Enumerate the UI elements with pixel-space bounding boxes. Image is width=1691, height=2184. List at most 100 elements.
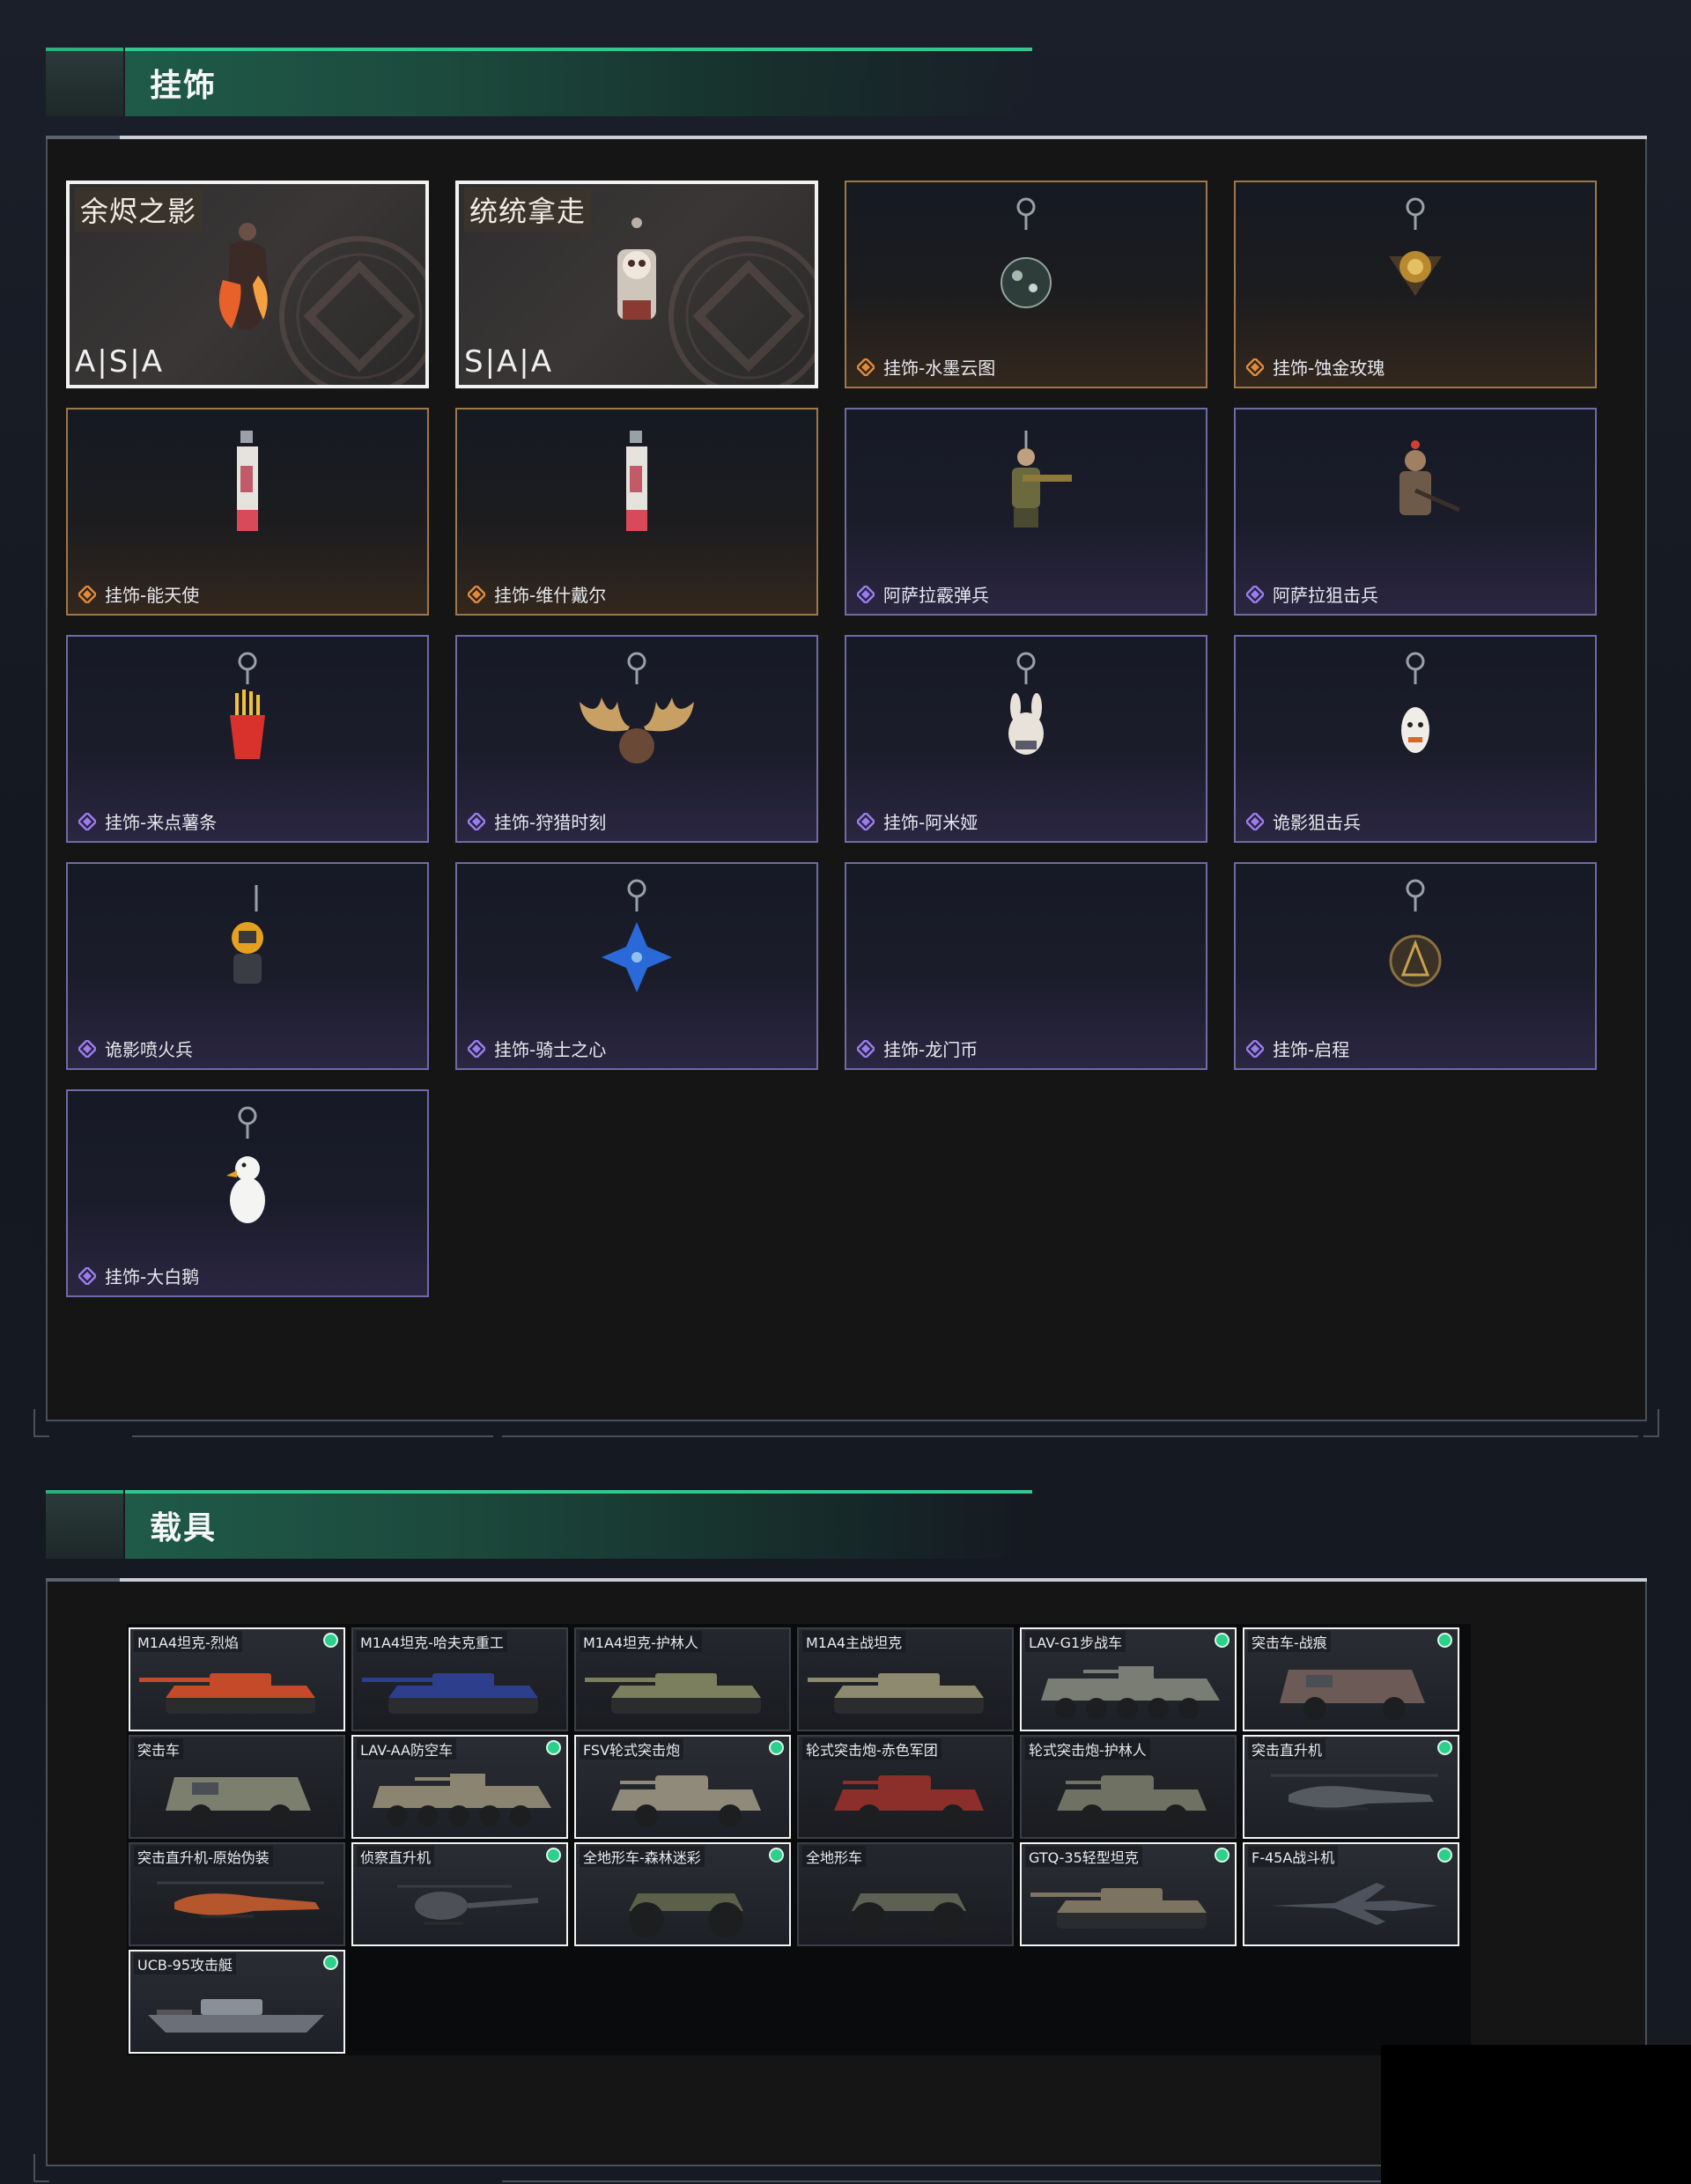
vehicle-name: F-45A战斗机: [1248, 1846, 1339, 1867]
header-stub: [46, 48, 123, 116]
vehicle-card[interactable]: UCB-95攻击艇: [129, 1950, 345, 2054]
bunny-charm-icon: [1008, 652, 1044, 755]
helicopter-icon: [1271, 1774, 1438, 1811]
armored-car-icon: [1057, 1775, 1207, 1827]
owned-status-dot: [1216, 1634, 1228, 1646]
rarity-diamond-icon: [1246, 586, 1264, 603]
charm-card[interactable]: 挂饰-启程: [1234, 862, 1597, 1070]
charm-card[interactable]: 挂饰-阿米娅: [845, 635, 1207, 843]
charms-section-title: 挂饰: [150, 68, 218, 104]
vehicle-card[interactable]: 突击直升机-原始伪装: [129, 1842, 345, 1946]
owned-status-dot: [325, 1957, 336, 1968]
jet-icon: [1271, 1883, 1438, 1925]
rarity-diamond-icon: [78, 1267, 96, 1285]
vehicle-card[interactable]: 突击直升机: [1243, 1735, 1459, 1839]
rarity-diamond-icon: [1246, 1040, 1264, 1058]
vehicle-name: LAV-AA防空车: [357, 1738, 456, 1760]
charm-card[interactable]: 挂饰-蚀金玫瑰: [1234, 181, 1597, 388]
vehicle-name: LAV-G1步战车: [1025, 1631, 1126, 1652]
charm-card[interactable]: 挂饰-来点薯条: [66, 635, 429, 843]
charm-card[interactable]: 挂饰-大白鹅: [66, 1089, 429, 1297]
rarity-diamond-icon: [468, 1040, 485, 1058]
charm-name: 阿萨拉霰弹兵: [883, 585, 989, 606]
helicopter-icon: [157, 1881, 324, 1918]
charm-card[interactable]: 挂饰-能天使: [66, 408, 429, 616]
header-bar: [125, 48, 1032, 116]
charm-name: 挂饰-蚀金玫瑰: [1273, 358, 1385, 379]
armored-car-icon: [834, 1775, 984, 1827]
apc-icon: [1041, 1666, 1220, 1719]
atv-icon: [852, 1893, 966, 1937]
atv-icon: [629, 1893, 743, 1937]
charm-name: 阿萨拉狙击兵: [1273, 585, 1378, 606]
vehicle-card[interactable]: 全地形车-森林迷彩: [574, 1842, 791, 1946]
brand-mark: S|A|A: [464, 344, 554, 380]
vehicle-card[interactable]: 突击车-战痕: [1243, 1627, 1459, 1731]
charm-card[interactable]: 挂饰-水墨云图: [845, 181, 1207, 388]
charm-name: 挂饰-大白鹅: [105, 1266, 200, 1288]
charm-card[interactable]: 统统拿走 S|A|A: [455, 181, 818, 388]
vehicle-card[interactable]: M1A4坦克-护林人: [574, 1627, 791, 1731]
vehicle-name: 轮式突击炮-赤色军团: [802, 1738, 941, 1760]
vehicle-card[interactable]: LAV-AA防空车: [351, 1735, 568, 1839]
vehicle-name: 全地形车: [802, 1846, 867, 1867]
charm-card[interactable]: 挂饰-狩猎时刻: [455, 635, 818, 843]
rarity-diamond-icon: [78, 586, 96, 603]
charm-name: 挂饰-来点薯条: [105, 812, 218, 833]
flamethrower-charm-icon: [232, 885, 263, 984]
boat-icon: [148, 1999, 324, 2033]
charm-name: 挂饰-阿米娅: [883, 812, 978, 833]
charm-card[interactable]: 挂饰-骑士之心: [455, 862, 818, 1070]
vehicle-card[interactable]: M1A4坦克-哈夫克重工: [351, 1627, 568, 1731]
vehicle-card[interactable]: 轮式突击炮-护林人: [1020, 1735, 1237, 1839]
vehicle-name: M1A4坦克-烈焰: [134, 1631, 242, 1652]
vehicle-name: M1A4坦克-哈夫克重工: [357, 1631, 507, 1652]
armored-car-icon: [611, 1775, 761, 1827]
vehicle-name: 突击车-战痕: [1248, 1631, 1331, 1652]
charm-card[interactable]: 余烬之影 A|S|A: [66, 181, 429, 388]
charm-name: 诡影狙击兵: [1273, 812, 1361, 833]
charm-card[interactable]: 阿萨拉狙击兵: [1234, 408, 1597, 616]
owned-status-dot: [548, 1849, 559, 1861]
vehicle-card[interactable]: F-45A战斗机: [1243, 1842, 1459, 1946]
charm-name: 挂饰-能天使: [105, 585, 200, 606]
vehicle-card[interactable]: 侦察直升机: [351, 1842, 568, 1946]
vehicle-card[interactable]: 突击车: [129, 1735, 345, 1839]
header-bar: [125, 1490, 1032, 1559]
tank-icon: [362, 1673, 538, 1714]
vehicle-card[interactable]: LAV-G1步战车: [1020, 1627, 1237, 1731]
vehicle-card[interactable]: M1A4主战坦克: [797, 1627, 1014, 1731]
blue-cross-charm-icon: [602, 879, 672, 992]
rarity-diamond-icon: [78, 1040, 96, 1058]
charm-name: 挂饰-维什戴尔: [494, 585, 607, 606]
tank-icon: [808, 1673, 984, 1714]
vehicle-name: GTQ-35轻型坦克: [1025, 1846, 1142, 1867]
ink-orb-charm-icon: [1001, 197, 1052, 308]
owned-status-dot: [1439, 1849, 1451, 1861]
ghost-sniper-charm-icon: [1401, 652, 1429, 753]
vehicle-card[interactable]: 轮式突击炮-赤色军团: [797, 1735, 1014, 1839]
empty-icon: [938, 876, 1114, 1017]
charm-card[interactable]: 阿萨拉霰弹兵: [845, 408, 1207, 616]
vehicle-card[interactable]: GTQ-35轻型坦克: [1020, 1842, 1237, 1946]
vehicle-name: M1A4坦克-护林人: [580, 1631, 702, 1652]
vehicle-name: 全地形车-森林迷彩: [580, 1846, 705, 1867]
vehicle-card[interactable]: M1A4坦克-烈焰: [129, 1627, 345, 1731]
coin-charm-icon: [1389, 879, 1442, 987]
gold-rose-charm-icon: [1389, 197, 1442, 296]
charm-name: 挂饰-骑士之心: [494, 1039, 607, 1060]
charm-card[interactable]: 诡影喷火兵: [66, 862, 429, 1070]
truck-icon: [1280, 1670, 1425, 1720]
tag-charm-icon: [237, 431, 258, 531]
rarity-diamond-icon: [857, 1040, 875, 1058]
owned-status-dot: [548, 1742, 559, 1753]
charm-card[interactable]: 挂饰-龙门币: [845, 862, 1207, 1070]
vehicle-card[interactable]: 全地形车: [797, 1842, 1014, 1946]
vehicle-card[interactable]: FSV轮式突击炮: [574, 1735, 791, 1839]
charm-card[interactable]: 诡影狙击兵: [1234, 635, 1597, 843]
charm-card[interactable]: 挂饰-维什戴尔: [455, 408, 818, 616]
brand-mark: A|S|A: [75, 344, 165, 380]
vehicles-section-header: 载具: [46, 1490, 1032, 1559]
truck-icon: [166, 1777, 311, 1827]
rarity-diamond-icon: [1246, 813, 1264, 830]
